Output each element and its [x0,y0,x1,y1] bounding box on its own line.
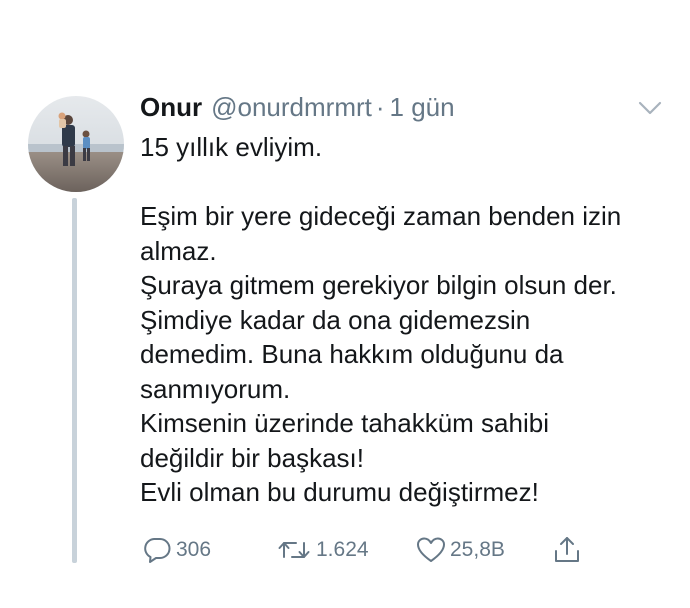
share-button[interactable] [552,530,582,570]
reply-count: 306 [176,538,212,561]
tweet-line: 15 yıllık evliyim. [140,132,323,162]
avatar[interactable] [28,96,124,192]
reply-icon [142,536,172,564]
like-button[interactable]: 25,8B [416,530,505,570]
retweet-count: 1.624 [316,538,369,561]
like-count: 25,8B [450,538,505,561]
tweet-text: 15 yıllık evliyim. Eşim bir yere gideceğ… [140,130,670,510]
retweet-button[interactable]: 1.624 [276,530,369,570]
tweet-line: almaz. [140,235,217,266]
thread-line [72,198,77,563]
heart-icon [416,536,446,564]
reply-button[interactable]: 306 [142,530,211,570]
chevron-down-icon[interactable] [636,98,664,118]
tweet[interactable]: Onur @onurdmrmrt · 1 gün 15 yıllık evliy… [0,0,690,608]
tweet-line: Şuraya gitmem gerekiyor bilgin olsun der… [140,270,617,300]
share-icon [552,535,582,565]
tweet-line: demedim. Buna hakkım olduğunu da [140,339,564,369]
tweet-line: sanmıyorum. [140,373,291,404]
tweet-header: Onur @onurdmrmrt · 1 gün [140,92,455,126]
author-handle[interactable]: @onurdmrmrt [211,92,372,123]
tweet-line: Kimsenin üzerinde tahakküm sahibi [140,408,549,438]
separator-dot: · [375,92,385,122]
timestamp[interactable]: 1 gün [390,92,455,123]
tweet-line: Eşim bir yere gideceği zaman benden izin [140,201,622,231]
author-name[interactable]: Onur [140,92,202,123]
avatar-photo [28,96,124,192]
tweet-line: Evli olman bu durumu değiştirmez! [140,477,539,507]
action-bar: 306 1.624 25,8B [140,530,600,570]
tweet-line: değildir bir başkası! [140,442,364,473]
retweet-icon [276,537,312,563]
tweet-line: Şimdiye kadar da ona gidemezsin [140,304,531,335]
